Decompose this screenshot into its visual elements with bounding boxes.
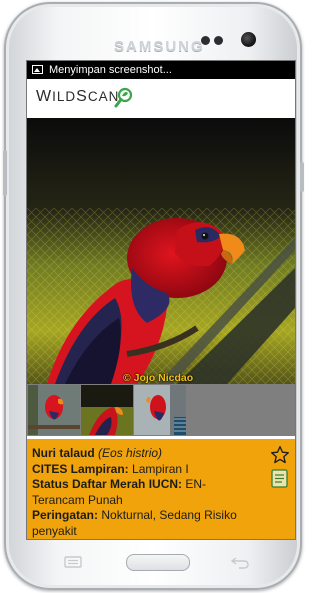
app-header: WILDSCAN xyxy=(27,79,295,117)
menu-key-icon[interactable] xyxy=(62,555,84,569)
magnifier-leaf-icon xyxy=(114,87,133,108)
volume-key xyxy=(3,150,7,196)
app-logo[interactable]: WILDSCAN xyxy=(36,88,119,106)
status-bar: Menyimpan screenshot... xyxy=(27,61,295,79)
image-icon xyxy=(32,65,43,74)
species-photo[interactable]: © Jojo Nicdao xyxy=(27,118,295,384)
species-scientific-name: (Eos histrio) xyxy=(98,446,163,460)
light-sensor xyxy=(214,36,223,45)
home-button[interactable] xyxy=(126,554,190,571)
cites-value: Lampiran I xyxy=(132,461,189,476)
power-key xyxy=(300,162,304,192)
species-details: Nuri talaud (Eos histrio) CITES Lampiran… xyxy=(32,446,257,539)
cites-label: CITES Lampiran: xyxy=(32,461,129,476)
device-brand: SAMSUNG xyxy=(114,38,205,55)
thumbnail-3[interactable] xyxy=(134,385,186,435)
thumbnail-strip xyxy=(27,384,295,436)
proximity-sensor xyxy=(201,36,210,45)
back-key-icon[interactable] xyxy=(229,555,251,569)
species-info-panel: Nuri talaud (Eos histrio) CITES Lampiran… xyxy=(27,439,295,539)
front-camera xyxy=(241,32,256,47)
thumbnail-1[interactable] xyxy=(28,385,80,435)
status-notification-text: Menyimpan screenshot... xyxy=(49,64,172,76)
photo-credit: © Jojo Nicdao xyxy=(123,372,194,384)
iucn-label: Status Daftar Merah IUCN: xyxy=(32,477,183,491)
thumbnail-2[interactable] xyxy=(81,385,133,435)
species-common-name: Nuri talaud xyxy=(32,446,95,460)
warning-label: Peringatan: xyxy=(32,508,99,522)
star-outline-icon[interactable] xyxy=(270,445,290,465)
device-screen: Menyimpan screenshot... WILDSCAN © Jojo … xyxy=(27,61,295,539)
notes-icon[interactable] xyxy=(271,469,288,488)
